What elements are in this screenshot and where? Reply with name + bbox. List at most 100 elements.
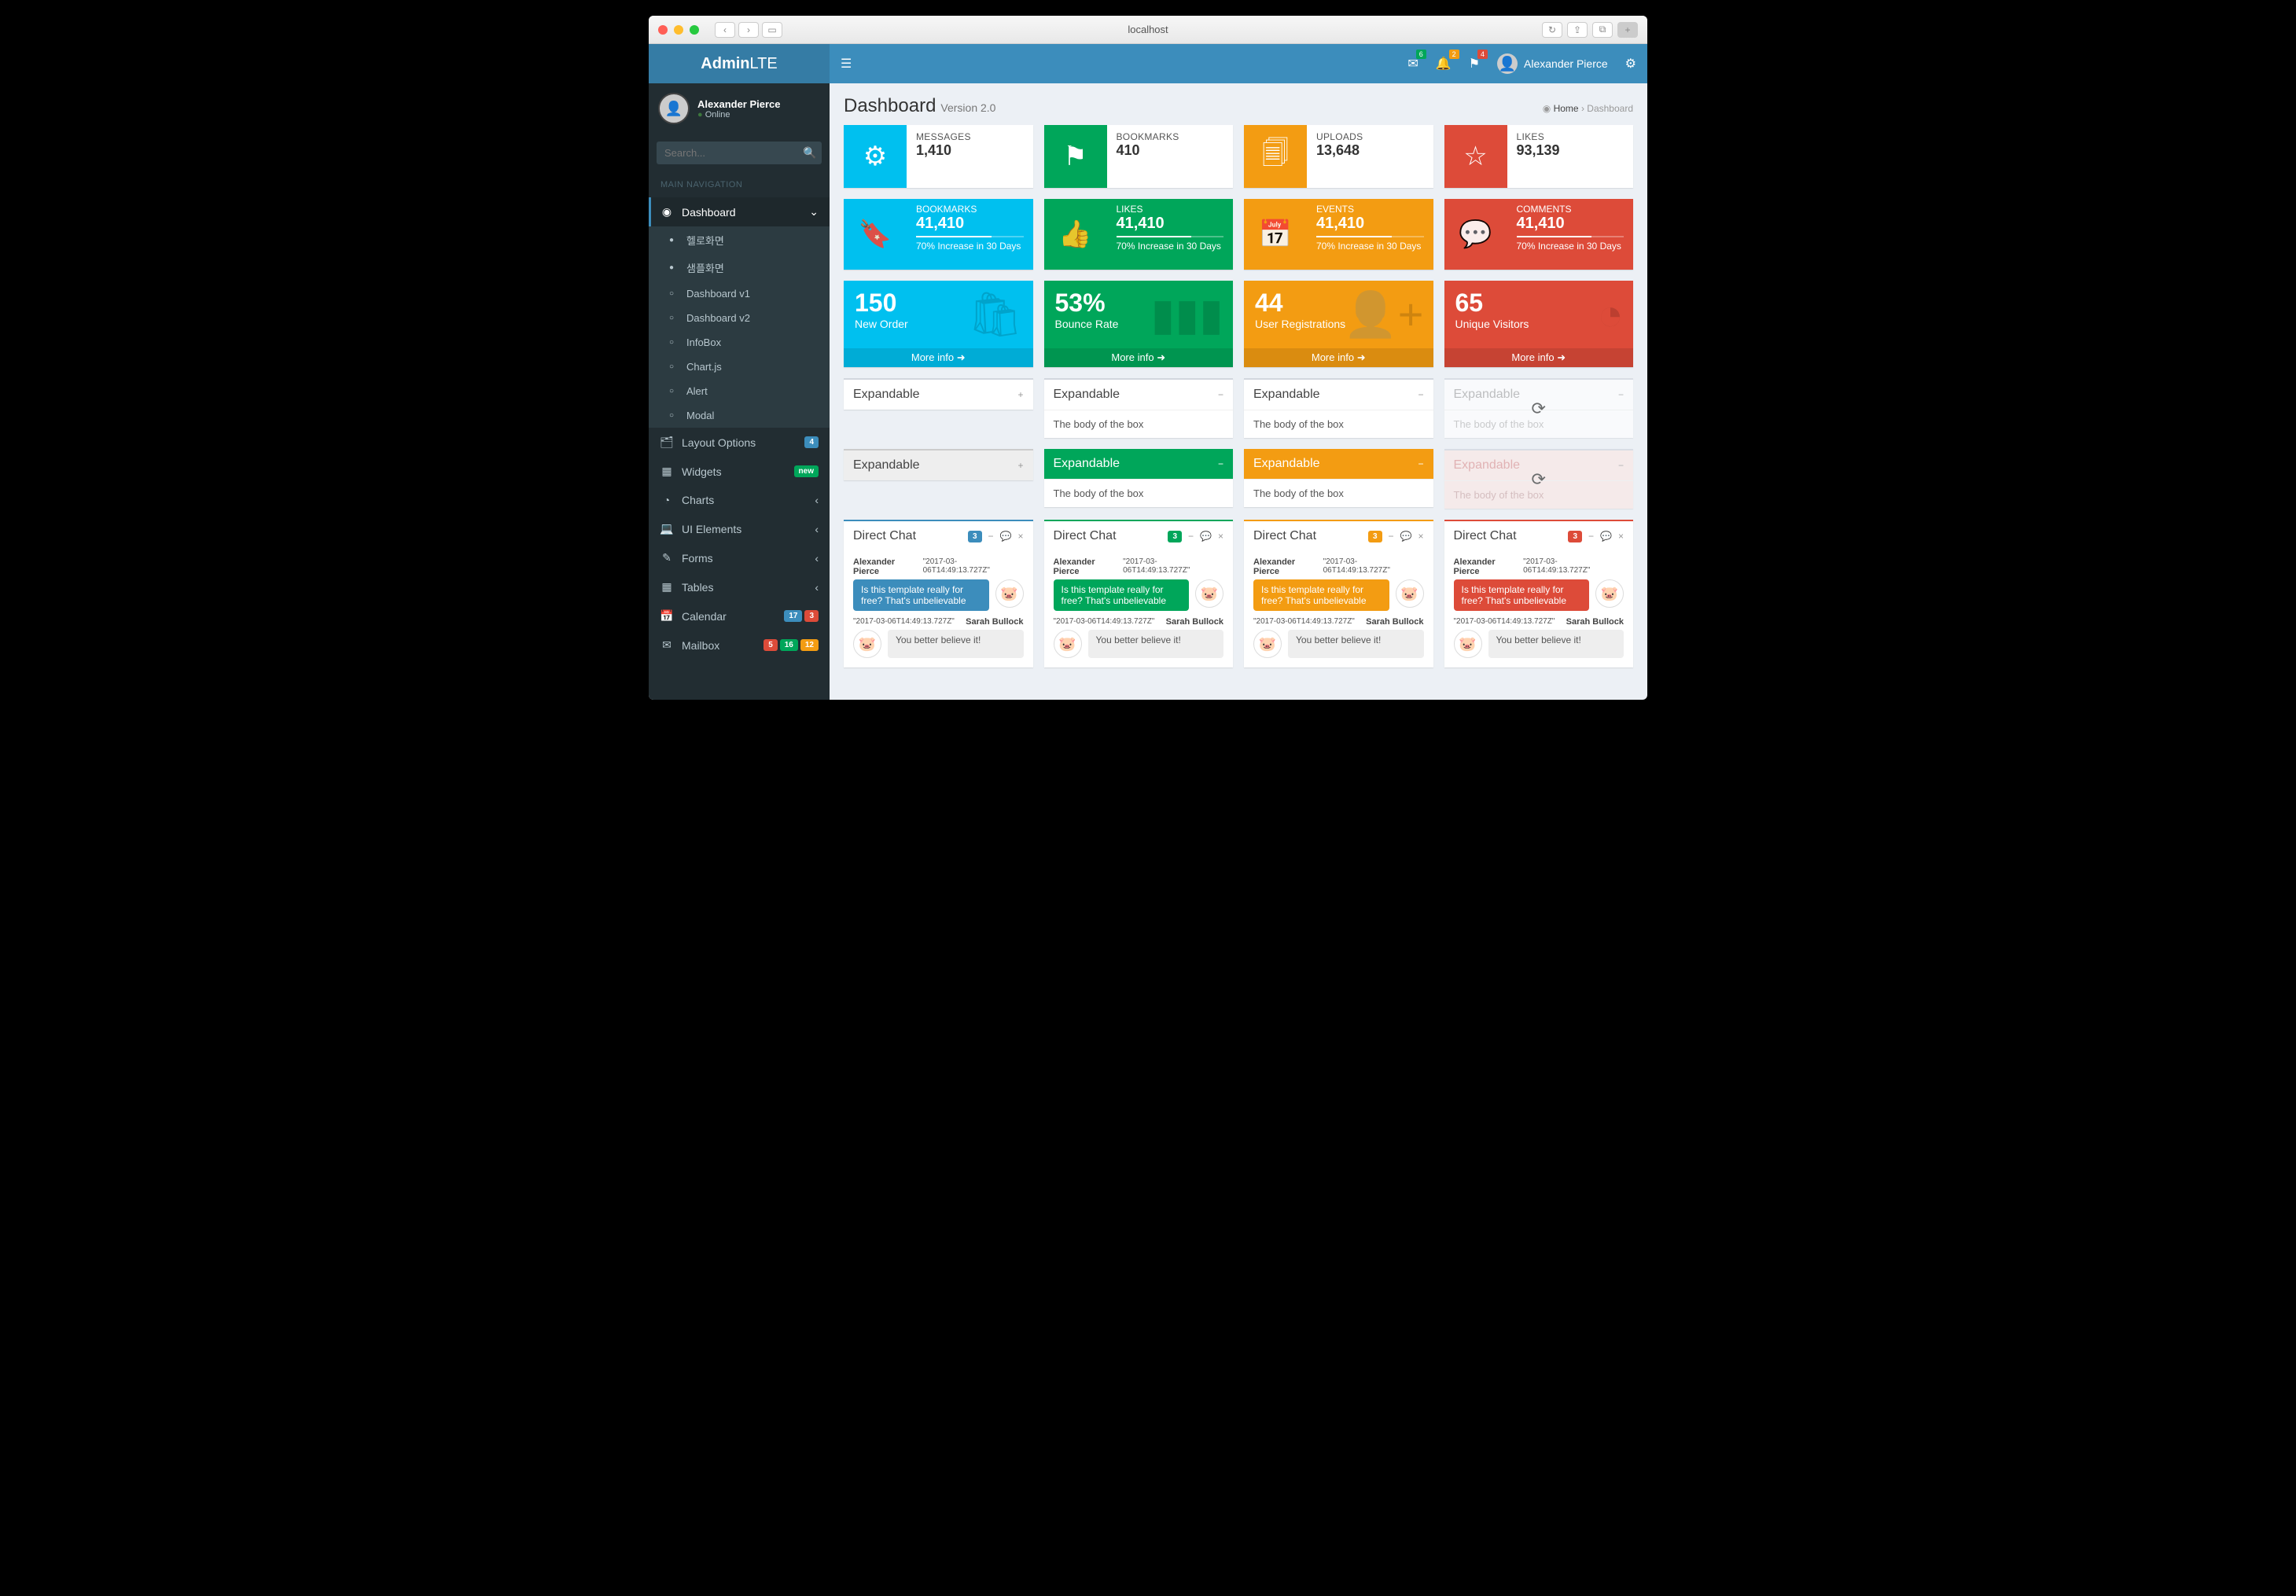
mailbox-badge-1: 5	[763, 639, 778, 651]
minus-icon[interactable]: −	[988, 531, 994, 542]
more-info-link[interactable]: More info ➜	[844, 348, 1033, 367]
user-menu[interactable]: 👤 Alexander Pierce	[1497, 53, 1608, 74]
chevron-down-icon: ⌄	[809, 205, 819, 219]
chat-badge: 3	[1568, 531, 1582, 542]
minus-icon[interactable]: −	[1218, 389, 1223, 400]
sidebar: AdminLTE 👤 Alexander Pierce ● Online 🔍 M…	[649, 44, 830, 700]
sidebar-item-tables[interactable]: ▦Tables‹	[649, 572, 830, 601]
tabs-button[interactable]: ⧉	[1592, 22, 1613, 38]
avatar: 🐷	[1595, 579, 1624, 608]
circle-icon: ○	[664, 289, 679, 298]
comments-icon[interactable]: 💬	[1200, 531, 1212, 542]
comments-icon[interactable]: 💬	[1000, 531, 1012, 542]
close-window-icon[interactable]	[658, 25, 668, 35]
expandable-box: Expandable+	[844, 449, 1033, 480]
menu-toggle-icon[interactable]: ☰	[841, 56, 852, 72]
sidebar-item-forms[interactable]: ✎Forms‹	[649, 543, 830, 572]
expandable-box: Expandable−The body of the box	[1244, 378, 1433, 438]
sidebar-sub-v1[interactable]: ○Dashboard v1	[649, 281, 830, 306]
minus-icon[interactable]: −	[1188, 531, 1194, 542]
sidebar-header: MAIN NAVIGATION	[649, 172, 830, 197]
chat-message: You better believe it!	[1488, 630, 1624, 658]
minimize-window-icon[interactable]	[674, 25, 683, 35]
expandable-box: Expandable−The body of the box	[1044, 449, 1234, 507]
back-button[interactable]: ‹	[715, 22, 735, 38]
sidebar-item-mailbox[interactable]: ✉Mailbox51612	[649, 631, 830, 660]
minus-icon[interactable]: −	[1218, 458, 1223, 469]
plus-icon[interactable]: +	[1017, 389, 1023, 400]
avatar: 🐷	[853, 630, 881, 658]
chat-message: Is this template really for free? That's…	[853, 579, 989, 611]
th-icon: ▦	[660, 465, 674, 478]
more-info-link[interactable]: More info ➜	[1244, 348, 1433, 367]
layout-badge: 4	[804, 436, 819, 448]
topbar: ☰ ✉6 🔔2 ⚑4 👤 Alexander Pierce ⚙	[830, 44, 1647, 83]
minus-icon[interactable]: −	[1418, 458, 1423, 469]
calendar-icon: 📅	[660, 609, 674, 623]
sidebar-sub-alert[interactable]: ○Alert	[649, 379, 830, 403]
maximize-window-icon[interactable]	[690, 25, 699, 35]
chevron-left-icon: ‹	[815, 494, 819, 506]
search-icon[interactable]: 🔍	[803, 146, 816, 160]
messages-icon[interactable]: ✉6	[1407, 56, 1418, 72]
close-icon[interactable]: ×	[1017, 531, 1023, 542]
sidebar-sub-infobox[interactable]: ○InfoBox	[649, 330, 830, 355]
sidebar-item-dashboard[interactable]: ◉ Dashboard ⌄	[649, 197, 830, 226]
chat-message: Is this template really for free? That's…	[1054, 579, 1190, 611]
sidebar-sub-hello[interactable]: ●헬로화면	[649, 226, 830, 254]
comments-icon[interactable]: 💬	[1600, 531, 1612, 542]
search-input[interactable]	[664, 147, 803, 159]
reload-button[interactable]: ↻	[1542, 22, 1562, 38]
sidebar-item-calendar[interactable]: 📅Calendar173	[649, 601, 830, 631]
brand-logo[interactable]: AdminLTE	[649, 44, 830, 83]
calendar-badge-1: 17	[784, 610, 802, 622]
gears-icon[interactable]: ⚙	[1625, 56, 1636, 72]
direct-chat-box: Direct Chat3−💬× Alexander Pierce"2017-03…	[844, 520, 1033, 667]
small-box-visitors: 65Unique Visitors◔More info ➜	[1444, 281, 1634, 367]
sidebar-item-charts[interactable]: ◔Charts‹	[649, 486, 830, 514]
notifications-icon[interactable]: 🔔2	[1436, 56, 1452, 72]
direct-chat-box: Direct Chat3−💬× Alexander Pierce"2017-03…	[1244, 520, 1433, 667]
sidebar-item-ui[interactable]: 💻UI Elements‹	[649, 514, 830, 543]
sidebar-item-widgets[interactable]: ▦Widgetsnew	[649, 457, 830, 486]
chat-message: You better believe it!	[1288, 630, 1424, 658]
sidebar-sub-chartjs[interactable]: ○Chart.js	[649, 355, 830, 379]
sidebar-sub-v2[interactable]: ○Dashboard v2	[649, 306, 830, 330]
minus-icon[interactable]: −	[1588, 531, 1594, 542]
sidebar-item-layout[interactable]: 🗂Layout Options4	[649, 428, 830, 457]
mailbox-badge-3: 12	[800, 639, 819, 651]
new-tab-button[interactable]: +	[1617, 22, 1638, 38]
minus-icon[interactable]: −	[1618, 460, 1624, 471]
info-box-likes: ☆LIKES93,139	[1444, 125, 1634, 188]
small-box-orders: 150New Order🛍More info ➜	[844, 281, 1033, 367]
flag-icon: ⚑	[1044, 125, 1107, 188]
avatar[interactable]: 👤	[658, 93, 690, 124]
copy-icon: 🗐	[1244, 125, 1307, 188]
url-display: localhost	[1128, 24, 1168, 35]
minus-icon[interactable]: −	[1389, 531, 1394, 542]
minus-icon[interactable]: −	[1618, 389, 1624, 400]
close-icon[interactable]: ×	[1418, 531, 1423, 542]
chevron-left-icon: ‹	[815, 523, 819, 535]
circle-icon: ○	[664, 314, 679, 322]
comments-icon[interactable]: 💬	[1400, 531, 1412, 542]
more-info-link[interactable]: More info ➜	[1044, 348, 1234, 367]
sidebar-sub-modal[interactable]: ○Modal	[649, 403, 830, 428]
more-info-link[interactable]: More info ➜	[1444, 348, 1634, 367]
expandable-box-loading: Expandable−The body of the box⟳	[1444, 378, 1634, 438]
share-button[interactable]: ⇪	[1567, 22, 1588, 38]
chat-badge: 3	[1168, 531, 1182, 542]
breadcrumb-home[interactable]: Home	[1554, 103, 1579, 114]
forward-button[interactable]: ›	[738, 22, 759, 38]
minus-icon[interactable]: −	[1418, 389, 1423, 400]
plus-icon[interactable]: +	[1017, 460, 1023, 471]
tasks-icon[interactable]: ⚑4	[1469, 56, 1480, 72]
info-box2-likes: 👍LIKES41,41070% Increase in 30 Days	[1044, 199, 1234, 270]
sidebar-toggle-button[interactable]: ▭	[762, 22, 782, 38]
close-icon[interactable]: ×	[1218, 531, 1223, 542]
close-icon[interactable]: ×	[1618, 531, 1624, 542]
shopping-bag-icon: 🛍	[967, 289, 1023, 340]
sidebar-sub-sample[interactable]: ●샘플화면	[649, 254, 830, 281]
info-box-uploads: 🗐UPLOADS13,648	[1244, 125, 1433, 188]
avatar: 🐷	[1396, 579, 1424, 608]
